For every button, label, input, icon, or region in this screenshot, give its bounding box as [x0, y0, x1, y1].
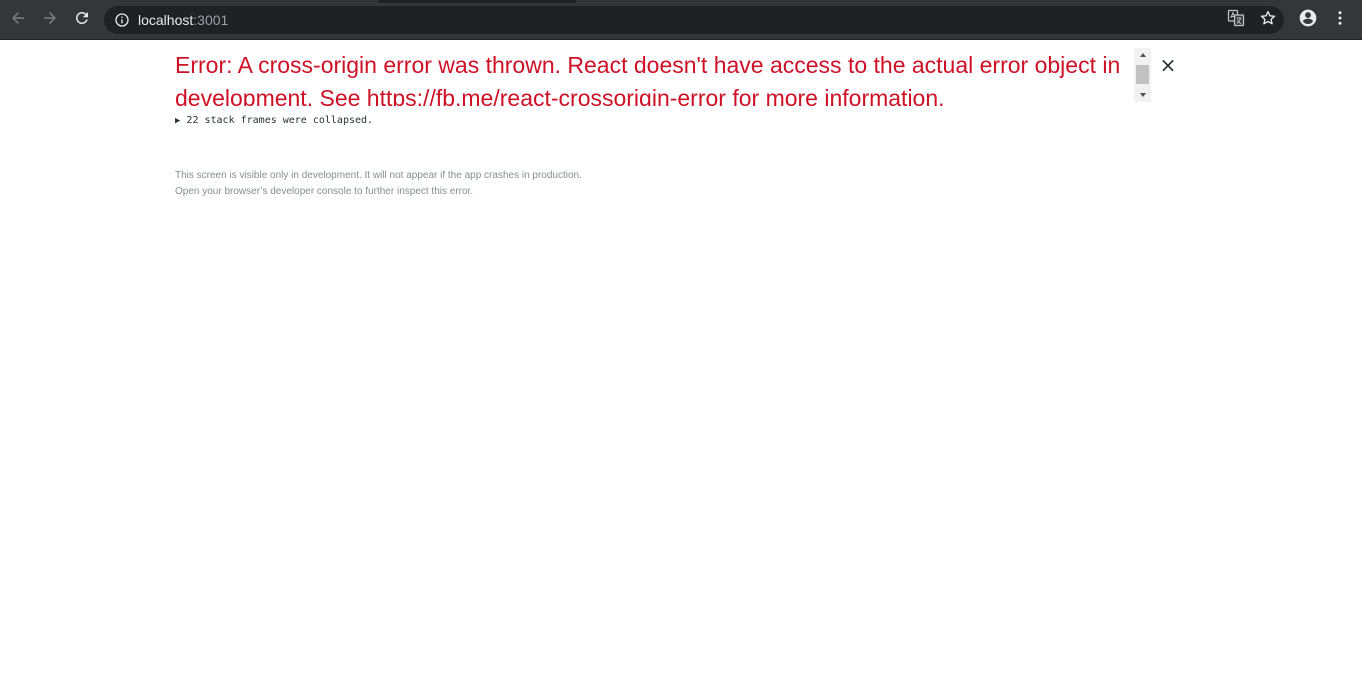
url-host: localhost	[138, 12, 194, 28]
scroll-down-icon[interactable]	[1134, 88, 1151, 102]
arrow-back-icon	[9, 9, 27, 32]
tab-left[interactable]	[0, 0, 378, 3]
close-button[interactable]: ×	[1158, 53, 1178, 77]
arrow-forward-icon	[41, 9, 59, 32]
tab-right[interactable]	[576, 0, 1362, 3]
stack-frames-toggle[interactable]: ▶ 22 stack frames were collapsed.	[175, 115, 373, 126]
stack-frames-label: 22 stack frames were collapsed.	[186, 115, 374, 126]
scroll-up-icon[interactable]	[1134, 48, 1151, 62]
info-icon[interactable]	[114, 12, 130, 28]
address-url[interactable]: localhost:3001	[138, 6, 228, 34]
bookmark-button[interactable]	[1256, 8, 1280, 32]
profile-button[interactable]	[1296, 8, 1320, 32]
star-icon	[1259, 9, 1277, 32]
close-icon: ×	[1159, 53, 1177, 77]
account-circle-icon	[1298, 8, 1318, 33]
address-bar[interactable]: localhost:3001	[104, 6, 1284, 34]
error-header-container[interactable]: Error: A cross-origin error was thrown. …	[175, 49, 1135, 106]
overlay-footer: This screen is visible only in developme…	[175, 168, 582, 200]
scrollbar-thumb[interactable]	[1136, 65, 1149, 84]
url-port: :3001	[193, 12, 229, 28]
caret-right-icon: ▶	[175, 116, 181, 126]
footer-line-2: Open your browser’s developer console to…	[175, 186, 474, 197]
tab-strip	[0, 0, 1362, 3]
translate-button[interactable]	[1224, 8, 1248, 32]
kebab-menu-icon	[1331, 9, 1349, 32]
reload-button[interactable]	[70, 8, 94, 32]
translate-icon	[1227, 9, 1245, 32]
menu-button[interactable]	[1328, 8, 1352, 32]
error-title-scrollbar[interactable]	[1134, 48, 1151, 102]
forward-button[interactable]	[38, 8, 62, 32]
footer-line-1: This screen is visible only in developme…	[175, 170, 582, 181]
error-title: Error: A cross-origin error was thrown. …	[175, 52, 1121, 106]
reload-icon	[73, 9, 91, 32]
browser-toolbar: localhost:3001	[0, 0, 1362, 40]
error-overlay: Error: A cross-origin error was thrown. …	[0, 40, 1362, 697]
back-button[interactable]	[6, 8, 30, 32]
